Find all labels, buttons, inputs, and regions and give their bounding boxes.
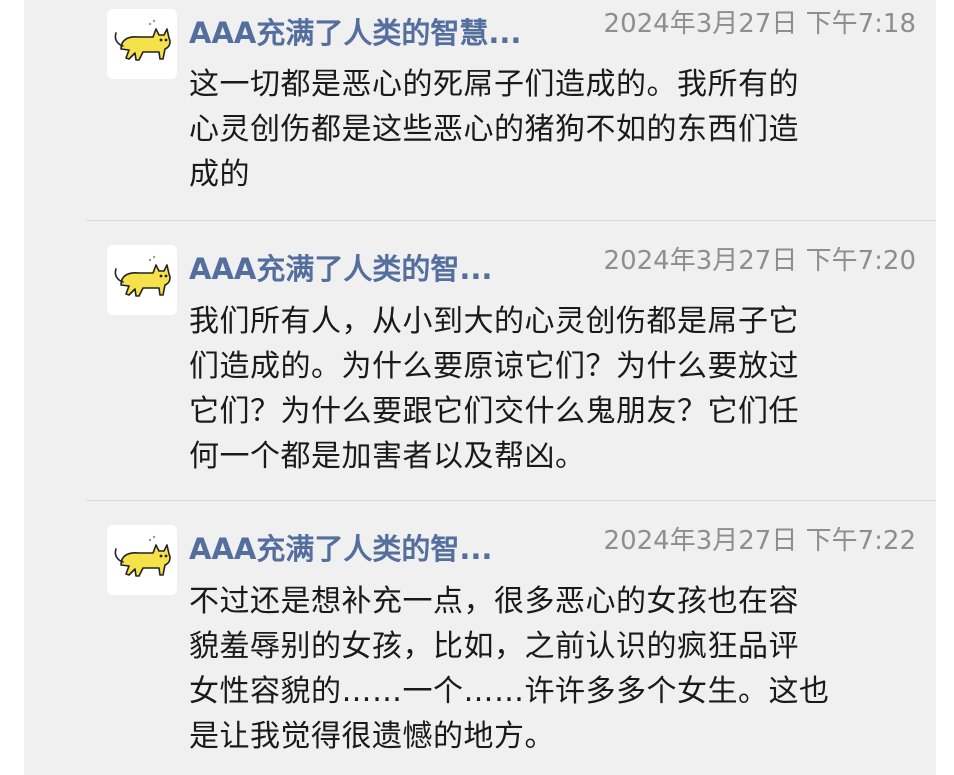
comment-list: AAA充满了人类的智慧... 2024年3月27日 下午7:18 这一切都是恶心… — [24, 0, 936, 775]
comment-line: 我们所有人，从小到大的心灵创伤都是屌子它 — [189, 304, 799, 339]
divider — [86, 500, 936, 501]
comment-timestamp: 2024年3月27日 下午7:20 — [603, 246, 916, 276]
yellow-cat-icon — [114, 535, 171, 577]
comment-line: 们造成的。为什么要原谅它们？为什么要放过 — [189, 349, 799, 384]
comment-line: 心灵创伤都是这些恶心的猪狗不如的东西们造 — [189, 112, 799, 147]
avatar[interactable] — [107, 525, 177, 595]
comment-line: 是让我觉得很遗憾的地方。 — [189, 719, 555, 754]
divider — [86, 220, 936, 221]
yellow-cat-icon — [114, 255, 171, 297]
comment-line: 貌羞辱别的女孩，比如，之前认识的疯狂品评 — [189, 629, 799, 664]
comment-text: 我们所有人，从小到大的心灵创伤都是屌子它 们造成的。为什么要原谅它们？为什么要放… — [189, 299, 901, 479]
comment-line: 不过还是想补充一点，很多恶心的女孩也在容 — [189, 584, 799, 619]
comment-author[interactable]: AAA充满了人类的智... — [189, 531, 492, 567]
comment-line: 女性容貌的……一个……许许多多个女生。这也 — [189, 674, 830, 709]
yellow-cat-icon — [114, 19, 171, 61]
comment-line: 这一切都是恶心的死屌子们造成的。我所有的 — [189, 67, 799, 102]
avatar[interactable] — [107, 245, 177, 315]
comment-author[interactable]: AAA充满了人类的智... — [189, 251, 492, 287]
comment-author[interactable]: AAA充满了人类的智慧... — [189, 15, 521, 51]
comment-text: 这一切都是恶心的死屌子们造成的。我所有的 心灵创伤都是这些恶心的猪狗不如的东西们… — [189, 62, 901, 197]
avatar[interactable] — [107, 9, 177, 79]
comment-text: 不过还是想补充一点，很多恶心的女孩也在容 貌羞辱别的女孩，比如，之前认识的疯狂品… — [189, 579, 901, 759]
comment-line: 它们？为什么要跟它们交什么鬼朋友？它们任 — [189, 394, 799, 429]
comment-line: 何一个都是加害者以及帮凶。 — [189, 439, 586, 474]
comment-timestamp: 2024年3月27日 下午7:22 — [603, 526, 916, 556]
comment-timestamp: 2024年3月27日 下午7:18 — [603, 9, 916, 39]
comment-line: 成的 — [189, 157, 250, 192]
